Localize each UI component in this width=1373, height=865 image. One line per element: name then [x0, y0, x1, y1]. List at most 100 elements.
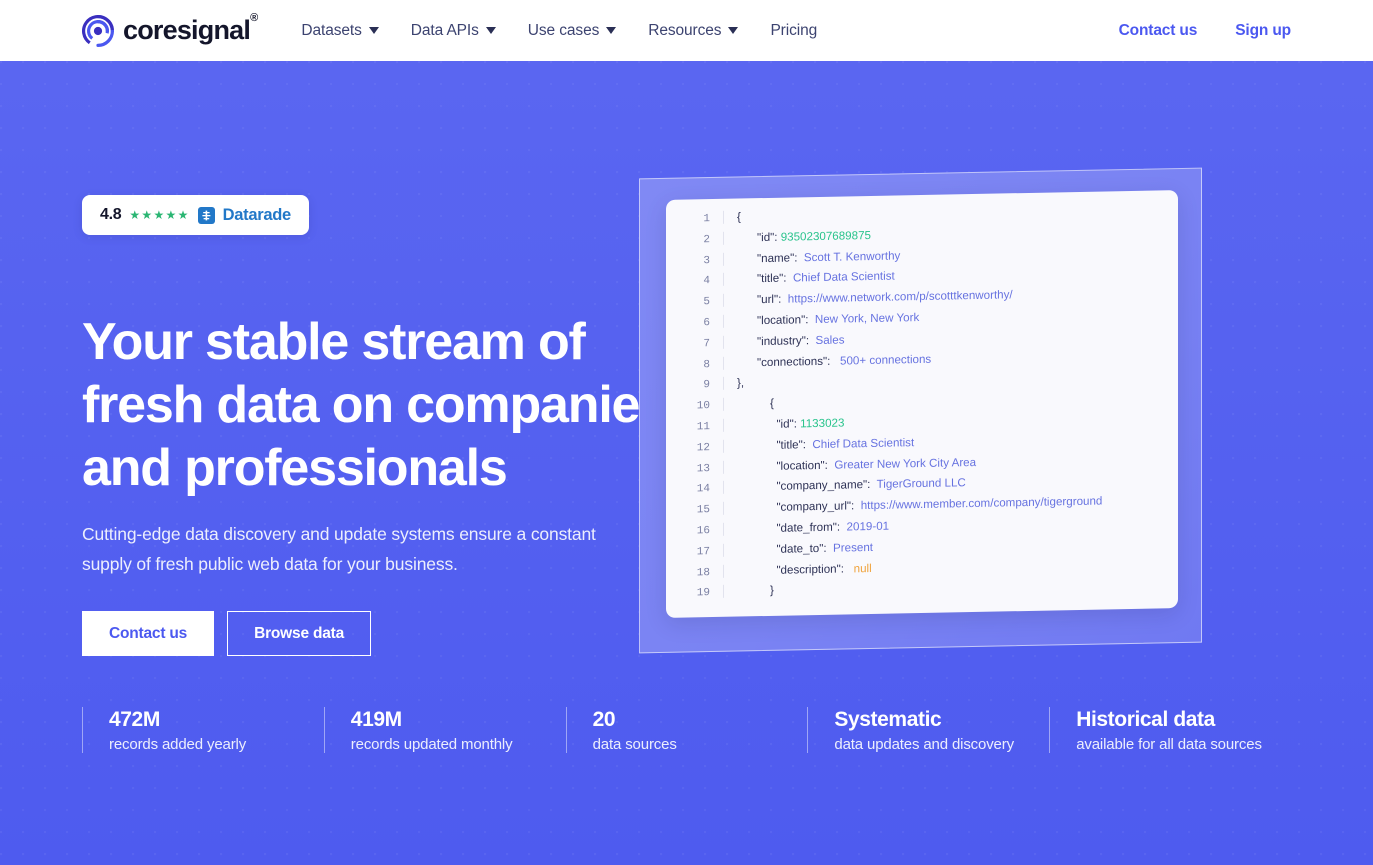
- nav-item-data-apis[interactable]: Data APIs: [395, 22, 512, 40]
- code-key: {: [737, 210, 741, 224]
- code-value: Scott T. Kenworthy: [803, 249, 901, 264]
- code-key: "name":: [757, 250, 804, 265]
- stat-value: Systematic: [834, 708, 942, 731]
- code-key: "industry":: [757, 333, 816, 348]
- rating-score: 4.8: [100, 206, 122, 223]
- code-line-number: 4: [703, 275, 710, 288]
- code-key: },: [737, 376, 745, 390]
- code-line-number: 6: [703, 317, 710, 330]
- nav-item-use-cases[interactable]: Use cases: [512, 22, 632, 40]
- stat-label: data sources: [592, 736, 677, 754]
- code-value: Present: [833, 540, 873, 555]
- chevron-down-icon: [728, 27, 739, 34]
- code-key: "date_from":: [770, 520, 847, 535]
- code-line-number: 10: [696, 400, 710, 413]
- browse-data-button[interactable]: Browse data: [227, 611, 372, 656]
- nav-label: Resources: [648, 21, 722, 39]
- code-key: "url":: [757, 292, 788, 307]
- nav-item-datasets[interactable]: Datasets: [285, 22, 394, 40]
- code-key: }: [770, 584, 774, 598]
- code-key: "company_url":: [770, 499, 861, 515]
- code-line-number: 18: [696, 566, 710, 579]
- header-contact-us-link[interactable]: Contact us: [1119, 22, 1198, 40]
- stat-item: 419M records updated monthly: [323, 707, 566, 754]
- nav-label: Data APIs: [410, 21, 479, 39]
- code-value: Chief Data Scientist: [812, 435, 915, 451]
- chevron-down-icon: [606, 27, 617, 34]
- code-line-number: 12: [696, 441, 710, 455]
- code-key: "location":: [757, 313, 815, 328]
- code-lines-container: 1 {2 "id": 93502307689875 3 "name": Scott T.…: [666, 190, 1178, 617]
- code-key: "title":: [770, 437, 813, 452]
- stat-item: Historical data available for all data s…: [1049, 707, 1291, 754]
- rating-brand-name: Datarade: [222, 205, 292, 224]
- page-title: Your stable stream of fresh data on comp…: [82, 313, 668, 497]
- datarade-logo-icon: [197, 206, 215, 224]
- stats-bar: 472M records added yearly 419M records u…: [82, 707, 1291, 754]
- stat-label: data updates and discovery: [834, 736, 1014, 754]
- code-line-number: 5: [703, 296, 710, 309]
- stat-value: 472M: [109, 708, 160, 731]
- code-key: "title":: [757, 271, 793, 286]
- target-circle-icon: [82, 14, 114, 47]
- code-value: null: [853, 561, 872, 575]
- hero-content: 4.8 ★★★★★ Datarade Your stable stream of…: [0, 61, 1373, 865]
- hero-section: 4.8 ★★★★★ Datarade Your stable stream of…: [0, 61, 1373, 865]
- contact-us-button[interactable]: Contact us: [82, 611, 215, 656]
- brand-name: coresignal®: [123, 12, 258, 45]
- code-key: "connections":: [757, 354, 840, 369]
- header-actions: Contact us Sign up: [1119, 22, 1292, 40]
- main-navigation: Datasets Data APIs Use cases Resources P…: [285, 22, 833, 40]
- code-line-number: 13: [696, 462, 710, 475]
- stat-item: Systematic data updates and discovery: [807, 707, 1049, 754]
- code-value: Sales: [815, 333, 845, 347]
- code-line-number: 15: [696, 504, 710, 517]
- nav-item-resources[interactable]: Resources: [632, 22, 754, 40]
- code-line-number: 7: [703, 337, 710, 350]
- code-line-number: 19: [696, 587, 710, 600]
- code-key: "id":: [757, 230, 781, 244]
- code-key: "location":: [770, 458, 835, 473]
- code-line-number: 2: [703, 233, 710, 246]
- site-header: coresignal® Datasets Data APIs Use cases…: [0, 0, 1373, 61]
- stat-label: available for all data sources: [1076, 736, 1262, 754]
- code-value: 2019-01: [846, 519, 890, 534]
- hero-cta-row: Contact us Browse data: [82, 611, 372, 656]
- code-line-number: 16: [696, 525, 710, 538]
- code-line-number: 1: [703, 213, 710, 226]
- rating-stars-icon: ★★★★★: [129, 208, 190, 222]
- code-value: New York, New York: [814, 311, 920, 327]
- brand-logo[interactable]: coresignal®: [82, 12, 258, 47]
- nav-item-pricing[interactable]: Pricing: [754, 22, 833, 40]
- stat-value: 419M: [350, 708, 402, 731]
- code-key: {: [770, 397, 774, 411]
- rating-badge[interactable]: 4.8 ★★★★★ Datarade: [82, 195, 309, 235]
- nav-label: Datasets: [301, 21, 362, 39]
- stat-value: 20: [592, 708, 616, 731]
- code-preview-card[interactable]: 1 {2 "id": 93502307689875 3 "name": Scott T.…: [666, 190, 1178, 618]
- code-line-number: 17: [696, 545, 710, 559]
- code-value: TigerGround LLC: [876, 476, 966, 492]
- code-line-number: 8: [703, 358, 710, 371]
- code-line-number: 3: [703, 254, 710, 267]
- chevron-down-icon: [368, 27, 379, 34]
- code-line-number: 9: [703, 379, 710, 392]
- code-value: 1133023: [800, 416, 845, 431]
- registered-mark: ®: [250, 12, 258, 24]
- code-line-number: 14: [696, 483, 710, 496]
- code-value: Greater New York City Area: [834, 455, 977, 472]
- stat-item: 20 data sources: [565, 707, 808, 754]
- stat-value: Historical data: [1076, 708, 1215, 731]
- hero-subtitle: Cutting-edge data discovery and update s…: [82, 524, 596, 574]
- code-line-number: 11: [696, 421, 710, 434]
- code-key: "date_to":: [770, 541, 834, 556]
- code-key: "company_name":: [770, 478, 877, 494]
- code-value: 500+ connections: [840, 352, 932, 368]
- chevron-down-icon: [485, 27, 496, 34]
- stat-label: records updated monthly: [350, 736, 513, 754]
- code-key: "description":: [770, 561, 854, 577]
- code-line-content: {: [723, 202, 1178, 224]
- code-value: 93502307689875: [780, 228, 871, 244]
- code-value: Chief Data Scientist: [792, 269, 895, 285]
- header-sign-up-link[interactable]: Sign up: [1235, 22, 1291, 40]
